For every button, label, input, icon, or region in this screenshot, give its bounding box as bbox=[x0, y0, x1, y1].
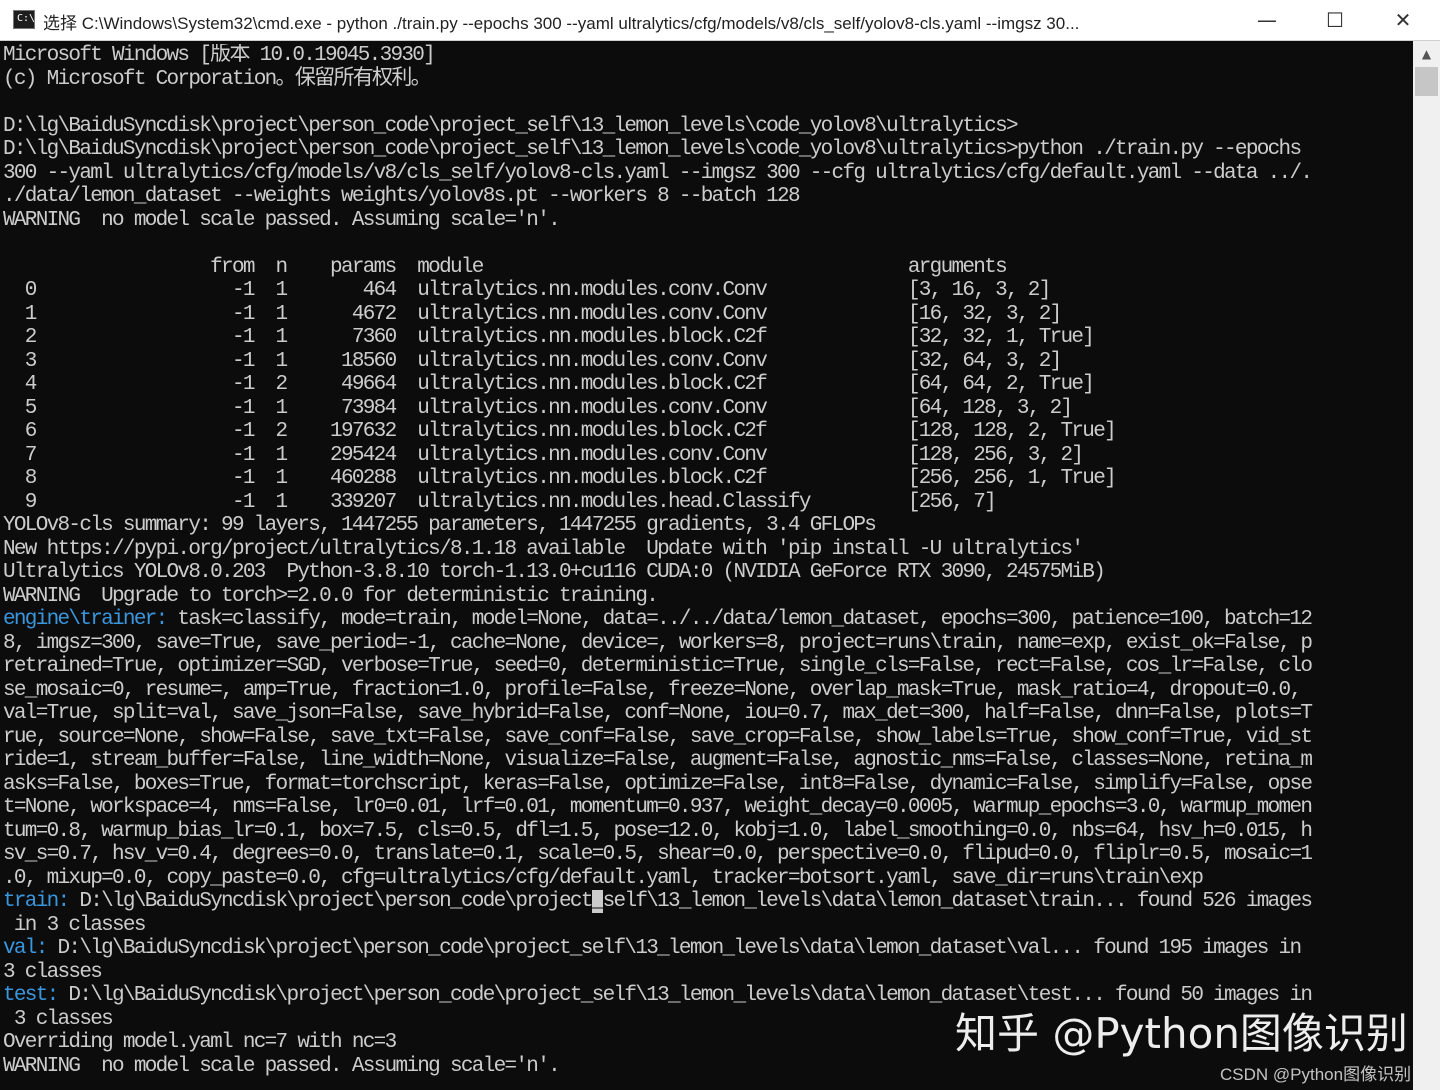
terminal-line: YOLOv8-cls summary: 99 layers, 1447255 p… bbox=[3, 514, 1413, 538]
terminal-line: 3 -1 1 18560 ultralytics.nn.modules.conv… bbox=[3, 350, 1413, 374]
terminal-line: 2 -1 1 7360 ultralytics.nn.modules.block… bbox=[3, 326, 1413, 350]
terminal-line: in 3 classes bbox=[3, 914, 1413, 938]
maximize-button[interactable]: ☐ bbox=[1301, 0, 1369, 40]
terminal-line: 8 -1 1 460288 ultralytics.nn.modules.blo… bbox=[3, 467, 1413, 491]
terminal-line: Ultralytics YOLOv8.0.203 Python-3.8.10 t… bbox=[3, 561, 1413, 585]
terminal-line bbox=[3, 91, 1413, 115]
terminal-line: se_mosaic=0, resume=, amp=True, fraction… bbox=[3, 679, 1413, 703]
terminal-line: retrained=True, optimizer=SGD, verbose=T… bbox=[3, 655, 1413, 679]
log-prefix: train: bbox=[3, 890, 68, 913]
title-bar: C:\ 选择 C:\Windows\System32\cmd.exe - pyt… bbox=[0, 0, 1440, 41]
text-cursor: _ bbox=[592, 890, 603, 913]
watermark: 知乎 @Python图像识别 bbox=[955, 1000, 1408, 1061]
terminal-line: val: D:\lg\BaiduSyncdisk\project\person_… bbox=[3, 937, 1413, 961]
terminal-line bbox=[3, 232, 1413, 256]
log-prefix: test: bbox=[3, 984, 58, 1007]
terminal-line: 8, imgsz=300, save=True, save_period=-1,… bbox=[3, 632, 1413, 656]
terminal-line: from n params module arguments bbox=[3, 256, 1413, 280]
terminal-line: D:\lg\BaiduSyncdisk\project\person_code\… bbox=[3, 115, 1413, 139]
terminal-line: WARNING Upgrade to torch>=2.0.0 for dete… bbox=[3, 585, 1413, 609]
terminal-line: 1 -1 1 4672 ultralytics.nn.modules.conv.… bbox=[3, 303, 1413, 327]
terminal-line: 5 -1 1 73984 ultralytics.nn.modules.conv… bbox=[3, 397, 1413, 421]
terminal-line: 4 -1 2 49664 ultralytics.nn.modules.bloc… bbox=[3, 373, 1413, 397]
watermark-source: CSDN @Python图像识别 bbox=[1220, 1060, 1411, 1085]
terminal-line: train: D:\lg\BaiduSyncdisk\project\perso… bbox=[3, 890, 1413, 914]
terminal-line: sv_s=0.7, hsv_v=0.4, degrees=0.0, transl… bbox=[3, 843, 1413, 867]
minimize-button[interactable]: — bbox=[1233, 0, 1301, 40]
terminal-line: .0, mixup=0.0, copy_paste=0.0, cfg=ultra… bbox=[3, 867, 1413, 891]
scroll-up-arrow-icon[interactable]: ▲ bbox=[1413, 41, 1440, 67]
terminal-line: 9 -1 1 339207 ultralytics.nn.modules.hea… bbox=[3, 491, 1413, 515]
log-prefix: val: bbox=[3, 937, 47, 960]
terminal-line: 0 -1 1 464 ultralytics.nn.modules.conv.C… bbox=[3, 279, 1413, 303]
window-title: 选择 C:\Windows\System32\cmd.exe - python … bbox=[43, 9, 1228, 34]
log-prefix: engine\trainer: bbox=[3, 608, 167, 631]
terminal-line: asks=False, boxes=True, format=torchscri… bbox=[3, 773, 1413, 797]
terminal-line: tum=0.8, warmup_bias_lr=0.1, box=7.5, cl… bbox=[3, 820, 1413, 844]
terminal-line: 7 -1 1 295424 ultralytics.nn.modules.con… bbox=[3, 444, 1413, 468]
terminal-line: t=None, workspace=4, nms=False, lr0=0.01… bbox=[3, 796, 1413, 820]
vertical-scrollbar[interactable]: ▲ bbox=[1413, 41, 1440, 1090]
scrollbar-thumb[interactable] bbox=[1415, 67, 1438, 96]
terminal-line: 300 --yaml ultralytics/cfg/models/v8/cls… bbox=[3, 162, 1413, 186]
terminal-line: val=True, split=val, save_json=False, sa… bbox=[3, 702, 1413, 726]
terminal-line: ./data/lemon_dataset --weights weights/y… bbox=[3, 185, 1413, 209]
terminal-output[interactable]: Microsoft Windows [版本 10.0.19045.3930](c… bbox=[3, 44, 1413, 1090]
terminal-line: ride=1, stream_buffer=False, line_width=… bbox=[3, 749, 1413, 773]
close-button[interactable]: ✕ bbox=[1369, 0, 1437, 40]
cmd-icon[interactable]: C:\ bbox=[13, 10, 35, 29]
terminal-line: Microsoft Windows [版本 10.0.19045.3930] bbox=[3, 44, 1413, 68]
terminal-line: engine\trainer: task=classify, mode=trai… bbox=[3, 608, 1413, 632]
terminal-line: 6 -1 2 197632 ultralytics.nn.modules.blo… bbox=[3, 420, 1413, 444]
terminal-line: rue, source=None, show=False, save_txt=F… bbox=[3, 726, 1413, 750]
terminal-line: D:\lg\BaiduSyncdisk\project\person_code\… bbox=[3, 138, 1413, 162]
terminal-line: WARNING no model scale passed. Assuming … bbox=[3, 209, 1413, 233]
terminal-line: New https://pypi.org/project/ultralytics… bbox=[3, 538, 1413, 562]
terminal-line: 3 classes bbox=[3, 961, 1413, 985]
terminal-line: (c) Microsoft Corporation。保留所有权利。 bbox=[3, 68, 1413, 92]
